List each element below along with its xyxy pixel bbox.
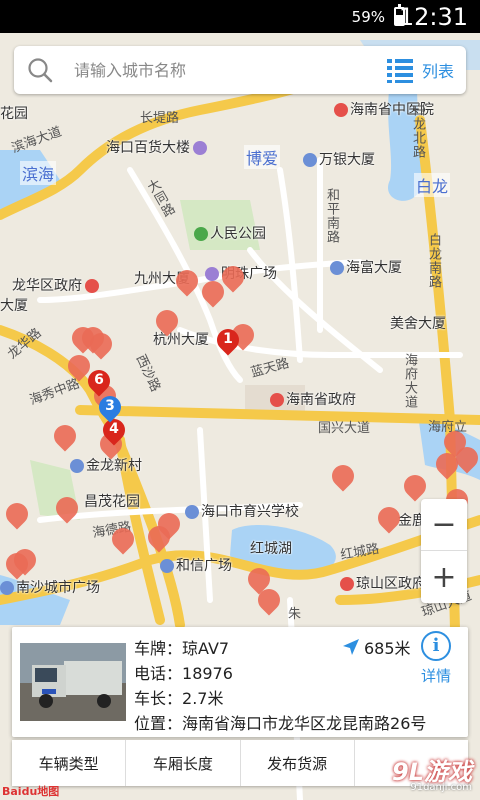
school-icon bbox=[185, 505, 199, 519]
district-label-binhai: 滨海 bbox=[20, 161, 57, 185]
road-guoxing: 国兴大道 bbox=[318, 421, 371, 436]
vehicle-pin[interactable] bbox=[9, 544, 41, 579]
search-bar: 列表 bbox=[14, 46, 466, 94]
shopping-icon bbox=[205, 267, 219, 281]
vehicle-pin[interactable] bbox=[151, 305, 183, 340]
building-icon bbox=[0, 581, 14, 595]
tab-vehicle-type[interactable]: 车辆类型 bbox=[12, 740, 127, 786]
poi-meishe: 美舍大厦 bbox=[390, 316, 446, 332]
info-icon: i bbox=[421, 631, 451, 661]
vehicle-pin[interactable] bbox=[253, 584, 285, 619]
park-icon bbox=[194, 227, 208, 241]
vehicle-pin[interactable] bbox=[49, 420, 81, 455]
vehicle-pin-3[interactable]: 3 bbox=[94, 391, 126, 426]
poi-garden-west: 花园 bbox=[0, 106, 28, 122]
poi-haifu: 海富大厦 bbox=[330, 257, 402, 277]
zoom-in-button[interactable]: + bbox=[421, 551, 467, 603]
length-line: 车长：2.7米 bbox=[134, 689, 224, 708]
road-changdi: 长堤路 bbox=[140, 111, 180, 126]
district-label-bailong: 白龙 bbox=[414, 173, 451, 197]
site-watermark: 9L游戏 91danji.com bbox=[374, 752, 478, 798]
vehicle-pin[interactable] bbox=[1, 498, 33, 533]
list-button-label: 列表 bbox=[421, 62, 454, 81]
tab-publish-cargo[interactable]: 发布货源 bbox=[241, 740, 355, 786]
government-icon bbox=[340, 577, 354, 591]
poi-hexin: 和信广场 bbox=[160, 555, 232, 575]
city-search-input[interactable] bbox=[74, 56, 374, 84]
poi-qiongshan-gov: 琼山区政府 bbox=[340, 573, 426, 593]
vehicle-pin[interactable] bbox=[107, 523, 139, 558]
watermark-url: 91danji.com bbox=[410, 782, 472, 793]
vehicle-photo bbox=[20, 643, 126, 721]
clock: 12:31 bbox=[398, 3, 468, 31]
building-icon bbox=[70, 459, 84, 473]
location-line: 位置：海南省海口市龙华区龙昆南路26号 bbox=[134, 714, 427, 733]
district-label-boai: 博爱 bbox=[244, 145, 281, 169]
road-bailong-north: 白龙北路 bbox=[410, 103, 425, 159]
building-icon bbox=[330, 261, 344, 275]
poi-longhua-gov: 龙华区政府 bbox=[12, 275, 101, 295]
government-icon bbox=[85, 279, 99, 293]
poi-department-store: 海口百货大楼 bbox=[106, 137, 209, 157]
road-heping-south: 和平南路 bbox=[324, 188, 339, 244]
poi-hongcheng-lake: 红城湖 bbox=[250, 541, 292, 557]
app-root: 59% 12:31 滨海 博爱 白龙 海南省中医院 海口百货大楼 万银大厦 人民… bbox=[0, 0, 480, 800]
shopping-icon bbox=[193, 141, 207, 155]
vehicle-pin[interactable] bbox=[153, 508, 185, 543]
vehicle-pin-1[interactable]: 1 bbox=[212, 324, 244, 359]
vehicle-info-card[interactable]: 车牌：琼AV7 电话：18976 车长：2.7米 位置：海南省海口市龙华区龙昆南… bbox=[12, 627, 468, 737]
list-icon bbox=[386, 59, 413, 83]
vehicle-pin[interactable] bbox=[373, 502, 405, 537]
government-icon bbox=[270, 393, 284, 407]
vehicle-pin[interactable] bbox=[431, 448, 463, 483]
road-bailong-south: 白龙南路 bbox=[426, 233, 441, 289]
zoom-out-button[interactable]: − bbox=[421, 499, 467, 551]
poi-yuxing-school: 海口市育兴学校 bbox=[185, 501, 299, 521]
vehicle-pin[interactable] bbox=[85, 328, 117, 363]
search-icon[interactable] bbox=[27, 57, 53, 83]
phone-line: 电话：18976 bbox=[134, 664, 233, 683]
vehicle-pin[interactable] bbox=[451, 442, 480, 477]
poi-building-west: 大厦 bbox=[0, 298, 28, 314]
vehicle-pin[interactable] bbox=[327, 460, 359, 495]
building-icon bbox=[160, 559, 174, 573]
poi-hainan-gov: 海南省政府 bbox=[270, 389, 356, 409]
poi-people-park: 人民公园 bbox=[194, 223, 266, 243]
battery-percent: 59% bbox=[351, 8, 385, 26]
plate-line: 车牌：琼AV7 bbox=[134, 639, 230, 658]
hospital-icon bbox=[334, 103, 348, 117]
vehicle-pin[interactable] bbox=[51, 492, 83, 527]
navigation-arrow-icon bbox=[343, 639, 359, 655]
poi-changmao: 昌茂花园 bbox=[84, 494, 140, 510]
detail-button[interactable]: i 详情 bbox=[414, 631, 458, 686]
zoom-control: − + bbox=[421, 499, 467, 603]
vehicle-pin[interactable] bbox=[197, 276, 229, 311]
poi-wanyin: 万银大厦 bbox=[303, 149, 375, 169]
vehicle-pin[interactable] bbox=[217, 261, 249, 296]
distance-readout: 685米 bbox=[342, 635, 411, 659]
tab-cargo-length[interactable]: 车厢长度 bbox=[126, 740, 241, 786]
vehicle-pin[interactable] bbox=[171, 265, 203, 300]
road-haifu: 海府大道 bbox=[402, 353, 417, 409]
building-icon bbox=[303, 153, 317, 167]
baidu-map-logo: Baidu地图 bbox=[2, 785, 60, 798]
list-button[interactable]: 列表 bbox=[386, 54, 454, 86]
road-zhu: 朱 bbox=[288, 607, 302, 622]
status-bar: 59% 12:31 bbox=[0, 0, 480, 33]
